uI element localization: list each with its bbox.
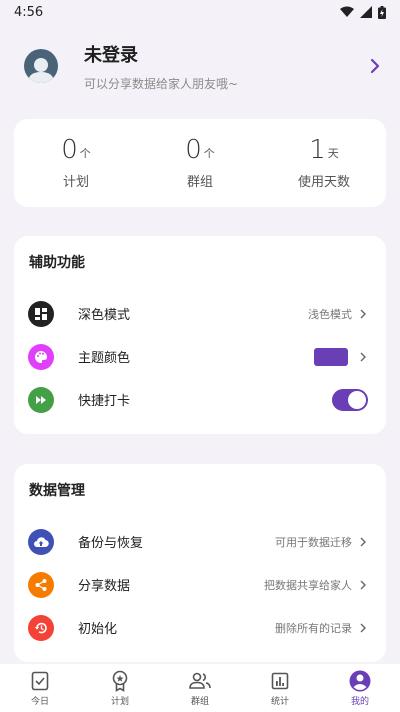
stat-groups[interactable]: 0 个 群组: [138, 119, 262, 207]
share-value: 把数据共享给家人: [264, 578, 352, 592]
nav-group[interactable]: 群组: [160, 664, 240, 712]
theme-color-swatch[interactable]: [314, 347, 348, 366]
dark-mode-icon: [28, 300, 54, 327]
bottom-nav: 今日 计划 群组 统计 我的: [0, 664, 400, 712]
reset-value: 删除所有的记录: [275, 621, 352, 635]
stat-groups-label: 群组: [186, 174, 213, 190]
stat-groups-unit: 个: [203, 146, 215, 160]
stat-days[interactable]: 1 天 使用天数: [262, 119, 386, 207]
fast-forward-icon: [28, 386, 54, 413]
quick-checkin-label: 快捷打卡: [78, 394, 131, 409]
stat-plans-unit: 个: [79, 146, 91, 160]
reset-row[interactable]: 初始化 删除所有的记录: [14, 606, 386, 649]
quick-checkin-toggle[interactable]: [332, 388, 368, 411]
share-row[interactable]: 分享数据 把数据共享给家人: [14, 563, 386, 606]
avatar-person-icon: [28, 58, 54, 83]
dark-mode-label: 深色模式: [78, 308, 131, 323]
assist-title: 辅助功能: [29, 255, 85, 271]
backup-row[interactable]: 备份与恢复 可用于数据迁移: [14, 520, 386, 563]
people-icon: [189, 672, 211, 689]
status-icons: [340, 5, 386, 19]
battery-icon: [378, 5, 386, 19]
data-management-card: 数据管理 备份与恢复 可用于数据迁移 分享数据 把数据共享给家人 初始化 删除所…: [14, 464, 386, 662]
reset-label: 初始化: [78, 622, 118, 637]
profile-subtitle: 可以分享数据给家人朋友哦~: [84, 76, 239, 91]
nav-mine-label: 我的: [350, 696, 369, 707]
theme-color-row[interactable]: 主题颜色: [14, 335, 386, 378]
toggle-knob: [348, 390, 366, 409]
chevron-right-icon: [360, 580, 366, 589]
nav-today-label: 今日: [30, 696, 49, 707]
avatar[interactable]: [24, 49, 58, 83]
backup-label: 备份与恢复: [78, 536, 144, 551]
stat-days-unit: 天: [327, 146, 339, 160]
chevron-right-icon: [360, 537, 366, 546]
nav-mine[interactable]: 我的: [320, 664, 400, 712]
profile-name: 未登录: [84, 44, 138, 66]
nav-stats-label: 统计: [270, 696, 289, 707]
nav-today[interactable]: 今日: [0, 664, 80, 712]
nav-group-label: 群组: [190, 696, 209, 707]
check-document-icon: [31, 671, 49, 690]
status-bar: 4:56: [0, 0, 400, 24]
chevron-right-icon: [360, 623, 366, 632]
stat-plans-label: 计划: [62, 174, 89, 190]
share-icon: [28, 571, 54, 598]
chevron-right-icon[interactable]: [366, 57, 384, 75]
profile-header[interactable]: 未登录 可以分享数据给家人朋友哦~: [0, 24, 400, 108]
stat-plans-value: 0: [61, 134, 78, 165]
cloud-upload-icon: [28, 528, 54, 555]
nav-plan-label: 计划: [110, 696, 129, 707]
backup-value: 可用于数据迁移: [275, 535, 352, 549]
chevron-right-icon: [360, 352, 366, 361]
dark-mode-value: 浅色模式: [308, 307, 352, 321]
stat-groups-value: 0: [185, 134, 202, 165]
assist-card: 辅助功能 深色模式 浅色模式 主题颜色 快捷打卡: [14, 236, 386, 434]
nav-plan[interactable]: 计划: [80, 664, 160, 712]
account-circle-icon: [349, 670, 371, 691]
dark-mode-row[interactable]: 深色模式 浅色模式: [14, 292, 386, 335]
palette-icon: [28, 343, 54, 370]
quick-checkin-row[interactable]: 快捷打卡: [14, 378, 386, 421]
award-icon: [112, 670, 128, 692]
stat-plans[interactable]: 0 个 计划: [14, 119, 138, 207]
stats-card: 0 个 计划 0 个 群组 1 天 使用天数: [14, 119, 386, 207]
restore-icon: [28, 614, 54, 641]
chevron-right-icon: [360, 309, 366, 318]
status-time: 4:56: [14, 4, 44, 20]
data-mgmt-title: 数据管理: [29, 483, 85, 499]
nav-stats[interactable]: 统计: [240, 664, 320, 712]
wifi-icon: [340, 6, 354, 17]
stat-days-label: 使用天数: [297, 174, 350, 190]
bar-chart-icon: [271, 672, 289, 689]
theme-color-label: 主题颜色: [78, 351, 131, 366]
stat-days-value: 1: [309, 134, 326, 165]
signal-icon: [360, 6, 372, 18]
share-label: 分享数据: [78, 579, 131, 594]
